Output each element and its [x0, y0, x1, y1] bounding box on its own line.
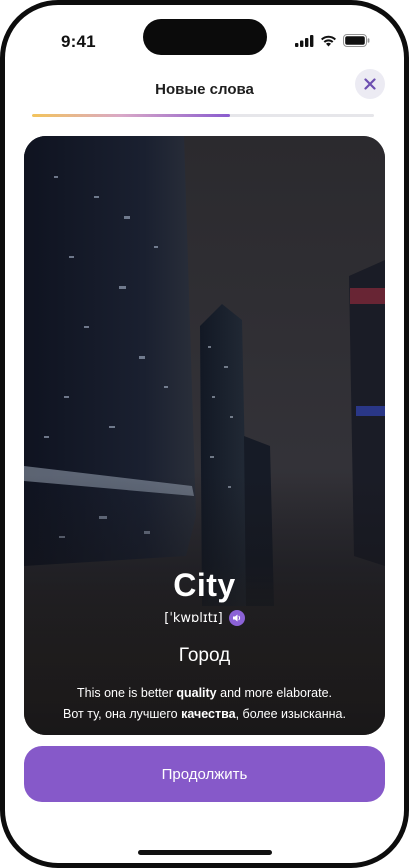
phone-frame: 9:41 Новые слова City [ˈkwɒlɪtɪ] Город T…	[0, 0, 409, 868]
word-translation: Город	[178, 645, 231, 666]
close-icon	[364, 78, 376, 90]
continue-button[interactable]: Продолжить	[24, 746, 385, 802]
word-card: City [ˈkwɒlɪtɪ] Город This one is better…	[24, 136, 385, 735]
transcription-row: [ˈkwɒlɪtɪ]	[24, 610, 385, 626]
close-button[interactable]	[355, 69, 385, 99]
battery-icon	[343, 34, 370, 47]
wifi-icon	[321, 35, 336, 46]
example-english: This one is better quality and more elab…	[76, 686, 332, 700]
status-icons	[295, 34, 370, 47]
progress-bar	[32, 114, 374, 117]
dynamic-island	[143, 19, 267, 55]
example-highlight-ru: качества	[181, 707, 236, 721]
page-title: Новые слова	[155, 81, 254, 98]
status-time: 9:41	[61, 32, 96, 51]
transcription-text: [ˈkwɒlɪtɪ]	[164, 610, 223, 626]
word-title: City	[173, 567, 236, 603]
home-indicator	[138, 850, 272, 855]
example-sentences: This one is better quality and more elab…	[38, 683, 371, 725]
cellular-signal-icon	[295, 34, 314, 47]
speaker-icon	[232, 614, 240, 622]
audio-button[interactable]	[228, 610, 245, 626]
example-highlight-en: quality	[176, 686, 217, 700]
example-russian: Вот ту, она лучшего качества, более изыс…	[63, 707, 346, 721]
progress-fill	[32, 114, 231, 117]
